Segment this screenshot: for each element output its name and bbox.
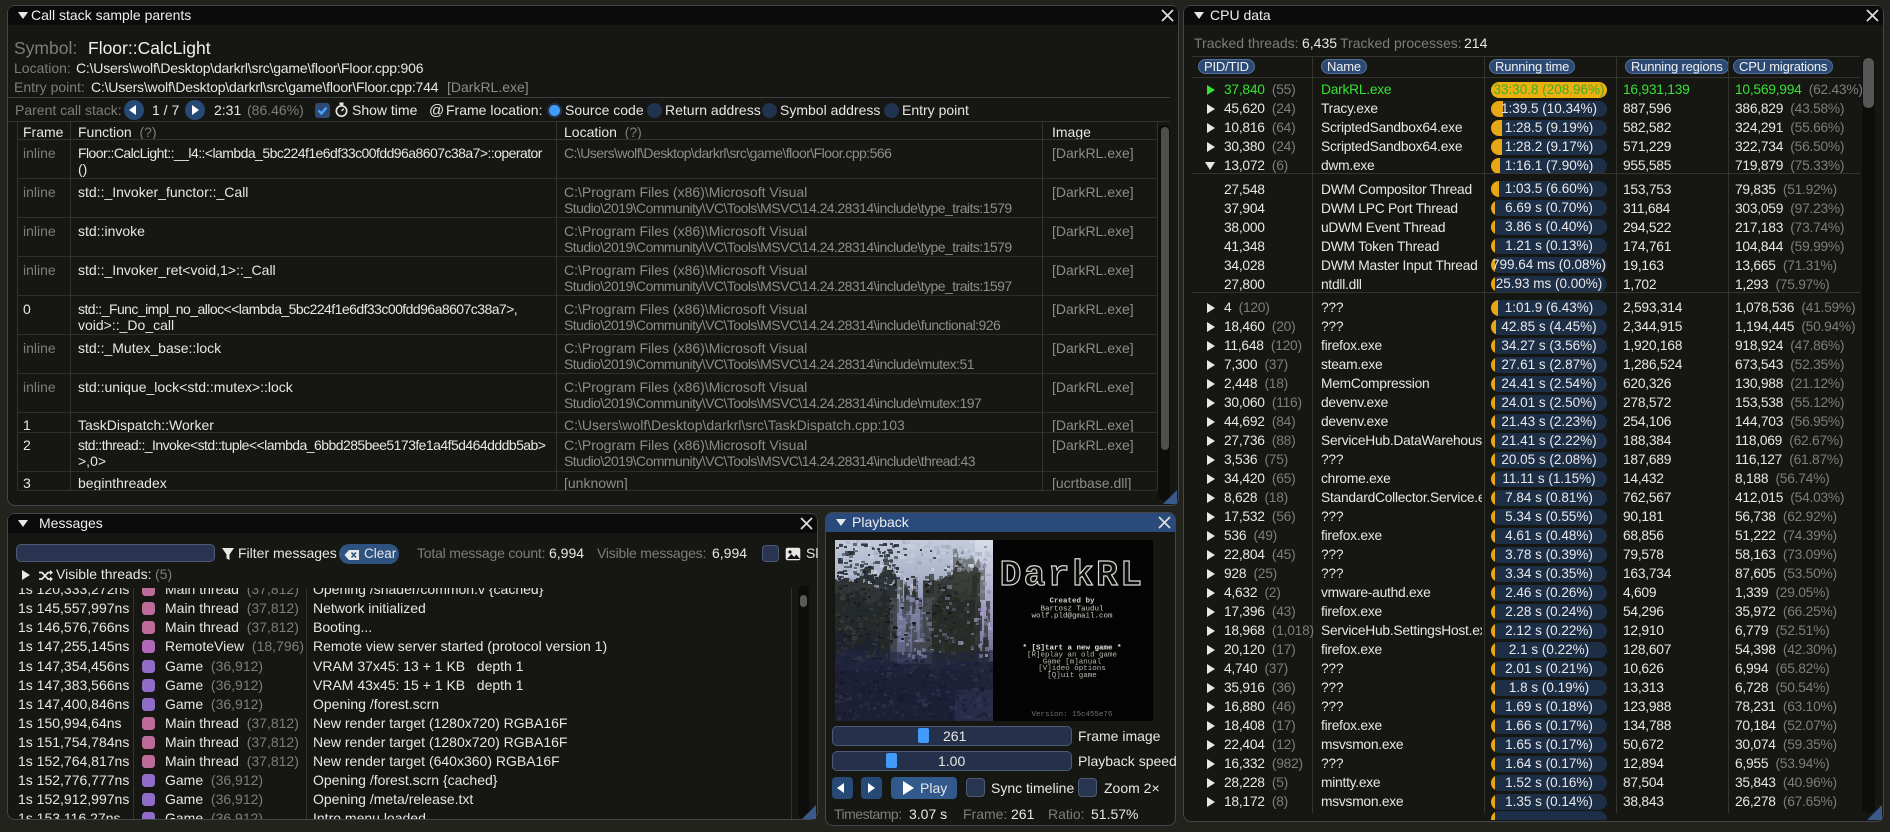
svg-text:Created by: Created by (1049, 598, 1095, 606)
svg-text:wolf.pld@gmail.com: wolf.pld@gmail.com (1031, 613, 1113, 621)
svg-text:Version: 15c455e76: Version: 15c455e76 (1031, 711, 1113, 719)
svg-text:DarkRL: DarkRL (1000, 555, 1145, 596)
svg-text:[Q]uit game: [Q]uit game (1047, 672, 1097, 680)
